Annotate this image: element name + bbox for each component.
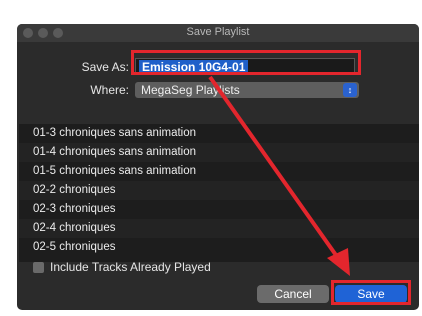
list-item[interactable]: 01-4 chroniques sans animation — [19, 143, 419, 162]
title-bar: Save Playlist — [17, 24, 419, 42]
list-item[interactable]: 01-3 chroniques sans animation — [19, 124, 419, 143]
list-item[interactable]: 02-3 chroniques — [19, 200, 419, 219]
list-item[interactable]: 02-2 chroniques — [19, 181, 419, 200]
where-label: Where: — [90, 83, 129, 97]
list-item[interactable]: 02-5 chroniques — [19, 238, 419, 257]
highlight-box-save-as — [131, 50, 361, 75]
list-item[interactable]: 02-4 chroniques — [19, 219, 419, 238]
save-as-label: Save As: — [81, 60, 129, 74]
highlight-box-save-button — [331, 280, 411, 305]
include-played-checkbox[interactable] — [33, 262, 44, 273]
cancel-button[interactable]: Cancel — [257, 285, 329, 303]
playlist-list[interactable]: 01-3 chroniques sans animation 01-4 chron… — [19, 124, 419, 262]
include-played-label: Include Tracks Already Played — [50, 260, 211, 274]
where-select[interactable]: MegaSeg Playlists ↕ — [135, 82, 359, 98]
where-value: MegaSeg Playlists — [141, 83, 240, 97]
window-title: Save Playlist — [186, 26, 250, 38]
list-item[interactable]: 01-5 chroniques sans animation — [19, 162, 419, 181]
updown-chevron-icon: ↕ — [343, 83, 357, 97]
